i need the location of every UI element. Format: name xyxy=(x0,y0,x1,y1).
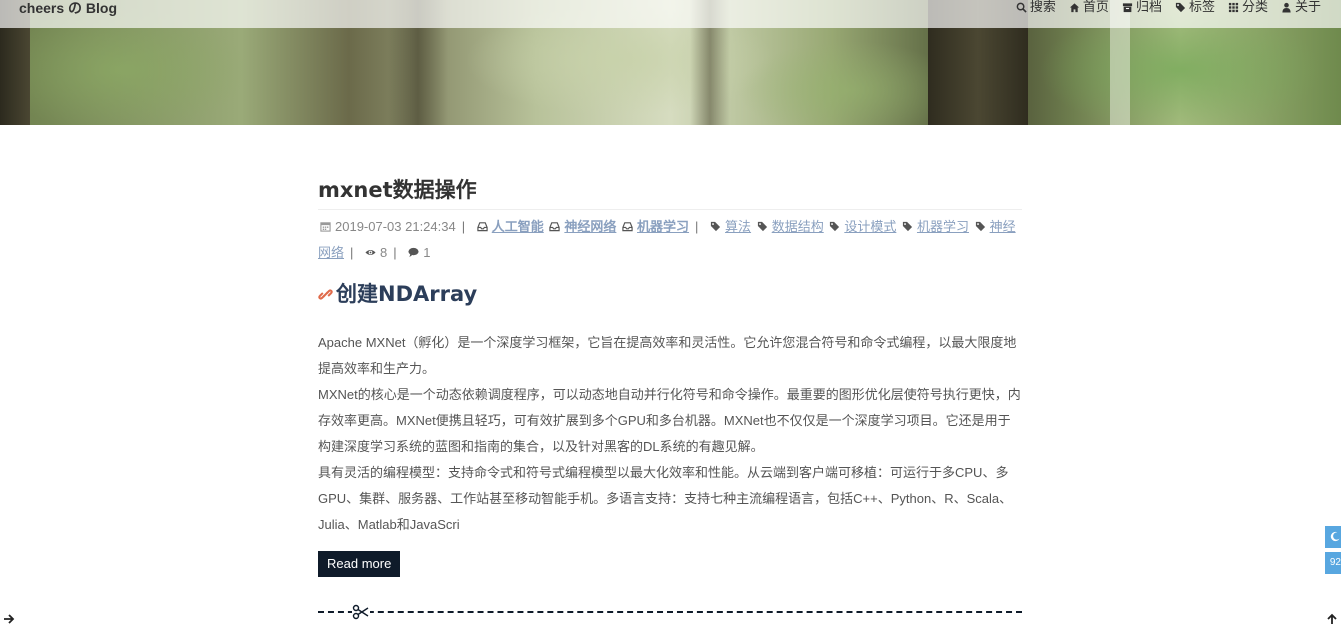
site-brand[interactable]: cheers の Blog xyxy=(19,0,117,16)
moon-icon xyxy=(1330,531,1340,542)
reading-progress-badge: 92 xyxy=(1325,552,1341,574)
post-meta: 2019-07-03 21:24:34 | 人工智能 神经网络 机器学习 | 算法 … xyxy=(318,214,1022,266)
nav-label: 归档 xyxy=(1135,0,1162,14)
category-link[interactable]: 神经网络 xyxy=(564,219,616,234)
grid-icon xyxy=(1228,2,1239,12)
nav-menu: 搜索 首页 归档 标签 分类 关于 xyxy=(1016,0,1321,14)
nav-label: 标签 xyxy=(1188,0,1215,14)
scissors-icon xyxy=(352,604,370,620)
link-icon xyxy=(318,288,333,300)
tag-link[interactable]: 数据结构 xyxy=(772,219,824,234)
post-date: 2019-07-03 21:24:34 xyxy=(335,219,456,234)
comment-icon xyxy=(408,247,419,258)
category-link[interactable]: 机器学习 xyxy=(637,219,689,234)
meta-separator: | xyxy=(393,245,397,260)
user-icon xyxy=(1282,2,1291,13)
excerpt-paragraph: 具有灵活的编程模型：支持命令式和符号式编程模型以最大化效率和性能。从云端到客户端… xyxy=(318,465,1013,532)
section-heading-text: 创建NDArray xyxy=(336,282,478,306)
home-icon xyxy=(1069,2,1080,12)
back-to-top-icon[interactable] xyxy=(1326,613,1338,625)
nav-item-categories[interactable]: 分类 xyxy=(1228,0,1268,14)
eye-icon xyxy=(365,249,376,256)
post-block: mxnet数据操作 2019-07-03 21:24:34 | 人工智能 神经网络… xyxy=(318,175,1022,577)
nav-item-about[interactable]: 关于 xyxy=(1281,0,1321,14)
nav-item-home[interactable]: 首页 xyxy=(1069,0,1109,14)
nav-label: 搜索 xyxy=(1029,0,1056,14)
post-title[interactable]: mxnet数据操作 xyxy=(318,175,1022,210)
tag-icon xyxy=(757,221,767,232)
inbox-icon xyxy=(477,222,488,232)
arrow-right-icon[interactable] xyxy=(3,613,15,625)
comment-count[interactable]: 1 xyxy=(423,245,430,260)
tag-link[interactable]: 算法 xyxy=(725,219,751,234)
meta-separator: | xyxy=(461,219,466,234)
nav-label: 分类 xyxy=(1241,0,1268,14)
tag-icon xyxy=(710,221,721,232)
tag-icon xyxy=(830,221,840,232)
search-icon xyxy=(1016,2,1027,13)
archive-icon xyxy=(1122,2,1133,12)
view-count: 8 xyxy=(380,245,388,260)
tags-icon xyxy=(1175,2,1186,12)
post-excerpt: Apache MXNet（孵化）是一个深度学习框架，它旨在提高效率和灵活性。它允… xyxy=(318,330,1022,538)
inbox-icon xyxy=(549,222,561,232)
tag-link[interactable]: 机器学习 xyxy=(917,219,969,234)
category-link[interactable]: 人工智能 xyxy=(492,219,544,234)
nav-item-search[interactable]: 搜索 xyxy=(1016,0,1056,14)
excerpt-paragraph: Apache MXNet（孵化）是一个深度学习框架，它旨在提高效率和灵活性。它允… xyxy=(318,335,1017,376)
nav-label: 首页 xyxy=(1082,0,1109,14)
meta-separator: | xyxy=(350,245,354,260)
tag-link[interactable]: 设计模式 xyxy=(844,219,896,234)
excerpt-paragraph: MXNet的核心是一个动态依赖调度程序，可以动态地自动并行化符号和命令操作。最重… xyxy=(318,387,1021,454)
hero-banner: cheers の Blog 搜索 首页 归档 标签 分类 关于 xyxy=(0,0,1341,125)
meta-separator: | xyxy=(695,219,699,234)
nav-item-archive[interactable]: 归档 xyxy=(1122,0,1162,14)
tag-icon xyxy=(975,221,985,232)
top-navbar: cheers の Blog 搜索 首页 归档 标签 分类 关于 xyxy=(0,0,1341,28)
inbox-icon xyxy=(622,222,633,232)
section-heading: 创建NDArray xyxy=(318,280,1022,308)
theme-toggle-button[interactable] xyxy=(1325,526,1341,548)
nav-item-tags[interactable]: 标签 xyxy=(1175,0,1215,14)
read-more-button[interactable]: Read more xyxy=(318,551,401,577)
calendar-icon xyxy=(320,222,331,232)
tag-icon xyxy=(902,221,913,232)
post-divider xyxy=(318,611,1022,613)
nav-label: 关于 xyxy=(1294,0,1321,14)
